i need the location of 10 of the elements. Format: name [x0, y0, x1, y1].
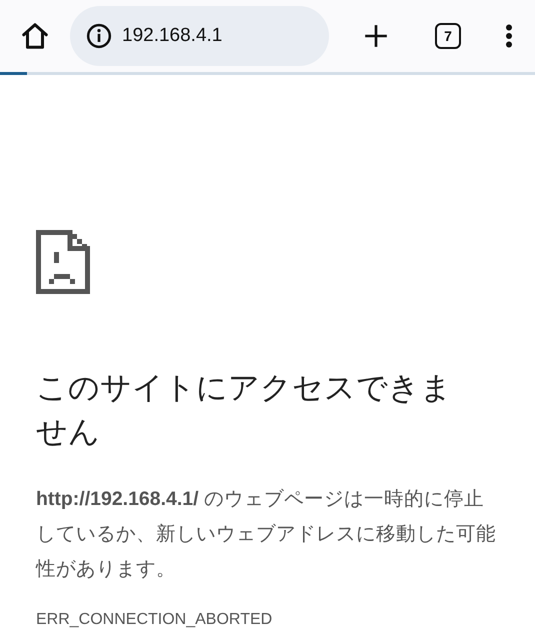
- sad-document-icon: [36, 230, 90, 294]
- address-bar[interactable]: 192.168.4.1: [70, 6, 330, 66]
- home-icon[interactable]: [20, 21, 50, 51]
- info-icon[interactable]: [86, 23, 112, 49]
- error-message: http://192.168.4.1/ のウェブページは一時的に停止しているか、新しいウェブアドレスに移動した可能性があります。: [36, 487, 497, 582]
- error-title: このサイトにアクセスできません: [36, 369, 453, 451]
- error-code: ERR_CONNECTION_ABORTED: [36, 611, 274, 629]
- menu-icon[interactable]: [505, 24, 513, 48]
- tab-switcher-button[interactable]: 7: [435, 23, 461, 49]
- new-tab-icon[interactable]: [363, 23, 390, 49]
